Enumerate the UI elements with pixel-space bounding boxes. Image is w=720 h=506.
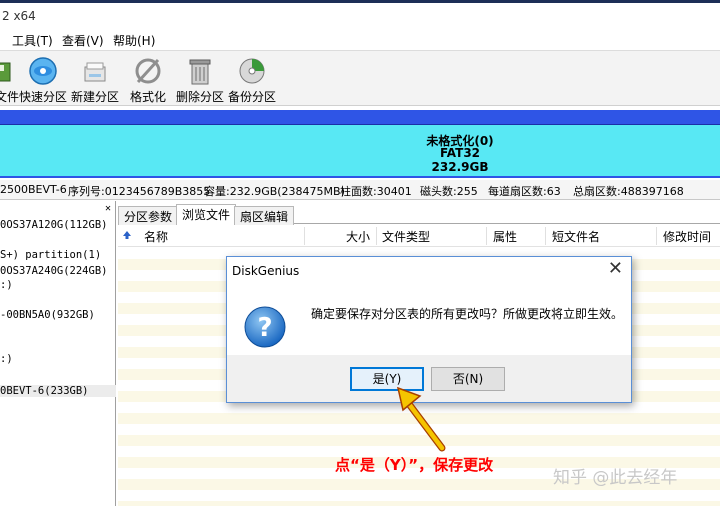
tab-sector-edit[interactable]: 扇区编辑 <box>234 206 295 225</box>
question-icon: ? <box>244 306 286 348</box>
disk-model: 2500BEVT-6 <box>0 183 67 196</box>
dialog-body: ? 确定要保存对分区表的所有更改吗？所做更改将立即生效。 <box>227 285 631 355</box>
disk-info-bar: 2500BEVT-6 序列号:0123456789B3855 容量:232.9G… <box>0 180 720 200</box>
col-short-name[interactable]: 短文件名 <box>552 228 600 245</box>
up-folder-icon[interactable] <box>122 230 132 240</box>
svg-text:?: ? <box>257 313 272 343</box>
tab-strip: 分区参数 浏览文件 扇区编辑 <box>118 204 720 226</box>
tree-item[interactable]: 0OS37A120G(112GB) <box>0 219 107 231</box>
col-attributes[interactable]: 属性 <box>493 228 517 245</box>
tree-item[interactable]: S+) partition(1) <box>0 249 101 261</box>
tab-browse-files[interactable]: 浏览文件 <box>176 204 237 226</box>
confirm-dialog: DiskGenius ✕ ? 确定要保存对分区表的所有更改吗？所做更改将立即生效… <box>226 256 632 403</box>
dialog-title-bar: DiskGenius ✕ <box>227 257 631 285</box>
col-modified-time[interactable]: 修改时间 <box>663 228 711 245</box>
file-list-header: 名称 大小 文件类型 属性 短文件名 修改时间 <box>118 225 720 247</box>
window-title: 2 x64 <box>2 9 36 23</box>
annotation-text: 点“是（Y）”，保存更改 <box>335 456 494 474</box>
partition-filesystem: FAT32 <box>439 146 481 160</box>
col-file-type[interactable]: 文件类型 <box>382 228 430 245</box>
dialog-title: DiskGenius <box>232 264 300 278</box>
menu-tools[interactable]: 工具(T) <box>12 32 53 49</box>
toolbar: 文件 快速分区 新建分区 格式化 删除分区 备份分区 <box>0 50 720 106</box>
tree-item[interactable]: -00BN5A0(932GB) <box>0 309 95 321</box>
menu-bar: 工具(T) 查看(V) 帮助(H) <box>0 28 720 50</box>
delete-partition-icon <box>189 59 211 85</box>
disk-partition-bar[interactable]: 未格式化(0) FAT32 232.9GB <box>0 110 720 178</box>
tab-partition-params[interactable]: 分区参数 <box>118 206 179 225</box>
tree-item[interactable]: :) <box>0 353 13 365</box>
dialog-message: 确定要保存对分区表的所有更改吗？所做更改将立即生效。 <box>311 307 624 321</box>
menu-help[interactable]: 帮助(H) <box>113 32 155 49</box>
tree-item-selected[interactable]: 0BEVT-6(233GB) <box>0 385 116 397</box>
col-name[interactable]: 名称 <box>144 228 168 245</box>
disk-heads: 磁头数:255 <box>420 185 478 198</box>
title-bar: 2 x64 <box>0 0 720 28</box>
disk-tree-panel: ✕ 0OS37A120G(112GB) S+) partition(1) 0OS… <box>0 201 116 506</box>
dialog-close-icon[interactable]: ✕ <box>608 260 623 278</box>
new-partition-icon <box>84 62 106 82</box>
toolbar-new-partition-button[interactable]: 新建分区 <box>70 55 120 105</box>
disk-cylinders: 柱面数:30401 <box>340 185 412 198</box>
tree-item[interactable]: :) <box>0 279 13 291</box>
close-icon[interactable]: ✕ <box>105 203 111 214</box>
backup-partition-icon <box>239 58 265 84</box>
toolbar-backup-partition-button[interactable]: 备份分区 <box>227 55 277 105</box>
menu-view[interactable]: 查看(V) <box>62 32 104 49</box>
annotation-arrow-icon <box>396 386 446 452</box>
disk-serial: 序列号:0123456789B3855 <box>68 185 211 198</box>
toolbar-delete-partition-button[interactable]: 删除分区 <box>175 55 225 105</box>
toolbar-format-button[interactable]: 格式化 <box>128 55 168 105</box>
quick-partition-icon <box>29 57 57 85</box>
toolbar-quick-partition-button[interactable]: 快速分区 <box>18 55 68 105</box>
watermark-text: 知乎 @此去经年 <box>553 468 678 488</box>
tree-item[interactable]: 0OS37A240G(224GB) <box>0 265 107 277</box>
disk-total-sectors: 总扇区数:488397168 <box>573 185 684 198</box>
col-size[interactable]: 大小 <box>346 228 370 245</box>
disk-capacity: 容量:232.9GB(238475MB) <box>204 185 345 198</box>
format-icon <box>135 58 161 84</box>
partition-size: 232.9GB <box>431 160 489 174</box>
disk-sectors-per-track: 每道扇区数:63 <box>488 185 561 198</box>
